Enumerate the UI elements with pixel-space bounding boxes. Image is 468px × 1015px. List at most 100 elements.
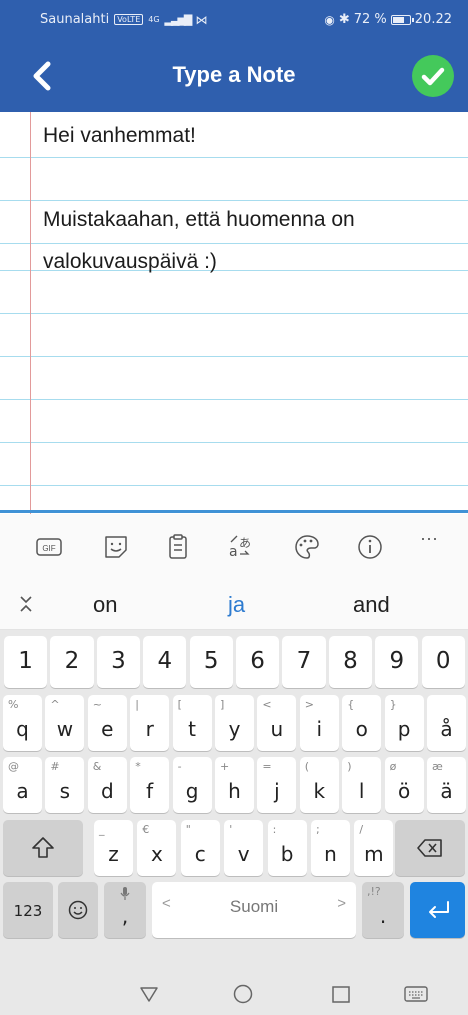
key-label: 9: [389, 648, 405, 674]
info-button[interactable]: [355, 532, 385, 562]
key-label: e: [101, 717, 114, 741]
keyboard-switch-button[interactable]: [403, 983, 429, 1010]
period-key[interactable]: ,!?.: [362, 882, 404, 938]
key-3[interactable]: 3: [96, 636, 140, 688]
key-label: å: [440, 717, 453, 741]
recents-nav-button[interactable]: [330, 983, 352, 1010]
key-z[interactable]: _ z: [94, 820, 133, 876]
key-7[interactable]: 7: [282, 636, 326, 688]
key-h[interactable]: + h: [215, 757, 254, 813]
translate-button[interactable]: a あ: [226, 532, 256, 562]
key-1[interactable]: 1: [4, 636, 48, 688]
back-nav-button[interactable]: [138, 983, 160, 1010]
symbols-key[interactable]: 123: [3, 882, 53, 938]
key-g[interactable]: -g: [172, 757, 212, 813]
key-6[interactable]: 6: [236, 636, 280, 688]
emoji-key[interactable]: [58, 882, 98, 938]
key-alt-label: *: [135, 760, 141, 773]
shift-key[interactable]: [3, 820, 83, 876]
key-ä[interactable]: æä: [427, 757, 466, 813]
note-line: Muistakaahan, että huomenna on: [43, 208, 355, 231]
key-label: g: [185, 779, 199, 803]
space-key[interactable]: < Suomi >: [152, 882, 356, 938]
clipboard-icon: [169, 534, 187, 559]
key-alt-label: {: [347, 698, 355, 711]
key-v[interactable]: ' v: [224, 820, 264, 876]
note-editor[interactable]: Hei vanhemmat! Muistakaahan, että huomen…: [0, 112, 468, 518]
ruled-line: [0, 356, 468, 357]
key-l[interactable]: ) l: [342, 757, 382, 813]
key-d[interactable]: & d: [87, 757, 127, 813]
key-s[interactable]: # s: [45, 757, 85, 813]
emoji-icon: [68, 900, 88, 920]
key-0[interactable]: 0: [421, 636, 465, 688]
key-label: w: [56, 717, 74, 741]
gif-icon: GIF: [36, 538, 62, 556]
key-m[interactable]: / m: [354, 820, 394, 876]
key-4[interactable]: 4: [143, 636, 187, 688]
key-alt-label: <: [262, 698, 272, 711]
key-r[interactable]: | r: [130, 695, 170, 751]
theme-button[interactable]: [292, 532, 322, 562]
save-note-button[interactable]: [412, 55, 454, 97]
clipboard-button[interactable]: [163, 532, 193, 562]
ruled-line: [0, 485, 468, 486]
key-b[interactable]: :b: [267, 820, 307, 876]
key-alt-label: %: [8, 698, 19, 711]
key-x[interactable]: € x: [137, 820, 177, 876]
suggestion-1[interactable]: on: [93, 592, 117, 618]
key-alt-label: &: [92, 760, 102, 773]
key-k[interactable]: (k: [299, 757, 339, 813]
key-8[interactable]: 8: [328, 636, 372, 688]
key-ö[interactable]: øö: [384, 757, 424, 813]
ruled-line: [0, 313, 468, 314]
key-c[interactable]: " c: [180, 820, 220, 876]
key-label: d: [100, 779, 114, 803]
key-alt-label: ': [229, 823, 233, 836]
key-2[interactable]: 2: [50, 636, 94, 688]
key-n[interactable]: ; n: [311, 820, 350, 876]
input-focus-underline: [0, 510, 468, 513]
key-label: b: [280, 842, 294, 866]
key-label: 7: [296, 648, 312, 674]
space-language-label: Suomi: [229, 897, 279, 916]
key-label: q: [16, 717, 29, 741]
backspace-key[interactable]: [395, 820, 465, 876]
key-p[interactable]: } p: [384, 695, 424, 751]
clock: 20.22: [414, 12, 452, 27]
suggestion-2[interactable]: ja: [228, 592, 245, 618]
key-o[interactable]: {o: [342, 695, 382, 751]
key-e[interactable]: ~ e: [87, 695, 127, 751]
home-nav-button[interactable]: [232, 983, 254, 1010]
key-label: k: [313, 779, 326, 803]
key-u[interactable]: < u: [257, 695, 297, 751]
key-y[interactable]: ] y: [215, 695, 254, 751]
key-a[interactable]: @ a: [3, 757, 42, 813]
battery-percent: 72 %: [353, 12, 387, 27]
key-9[interactable]: 9: [375, 636, 419, 688]
key-j[interactable]: = j: [257, 757, 297, 813]
key-i[interactable]: > i: [299, 695, 339, 751]
key-f[interactable]: * f: [130, 757, 170, 813]
message-icon: ⋈: [195, 12, 208, 27]
key-w[interactable]: ^ w: [45, 695, 85, 751]
key-label: m: [364, 842, 384, 866]
collapse-button[interactable]: [18, 594, 34, 614]
key-t[interactable]: [t: [172, 695, 212, 751]
ruled-line: [0, 200, 468, 201]
comma-key[interactable]: ,: [104, 882, 146, 938]
ruled-line: [0, 442, 468, 443]
key-5[interactable]: 5: [189, 636, 233, 688]
sticker-button[interactable]: [101, 532, 131, 562]
key-label: z: [108, 842, 119, 866]
gif-button[interactable]: GIF: [34, 532, 64, 562]
network-type: 4G: [148, 15, 160, 24]
key-q[interactable]: % q: [3, 695, 42, 751]
key-å[interactable]: å: [427, 695, 466, 751]
key-label: ä: [440, 779, 453, 803]
key-label: x: [150, 842, 163, 866]
key-alt-label: (: [304, 760, 310, 773]
enter-key[interactable]: [410, 882, 465, 938]
suggestion-3[interactable]: and: [353, 592, 390, 618]
more-options-button[interactable]: ···: [420, 528, 450, 558]
